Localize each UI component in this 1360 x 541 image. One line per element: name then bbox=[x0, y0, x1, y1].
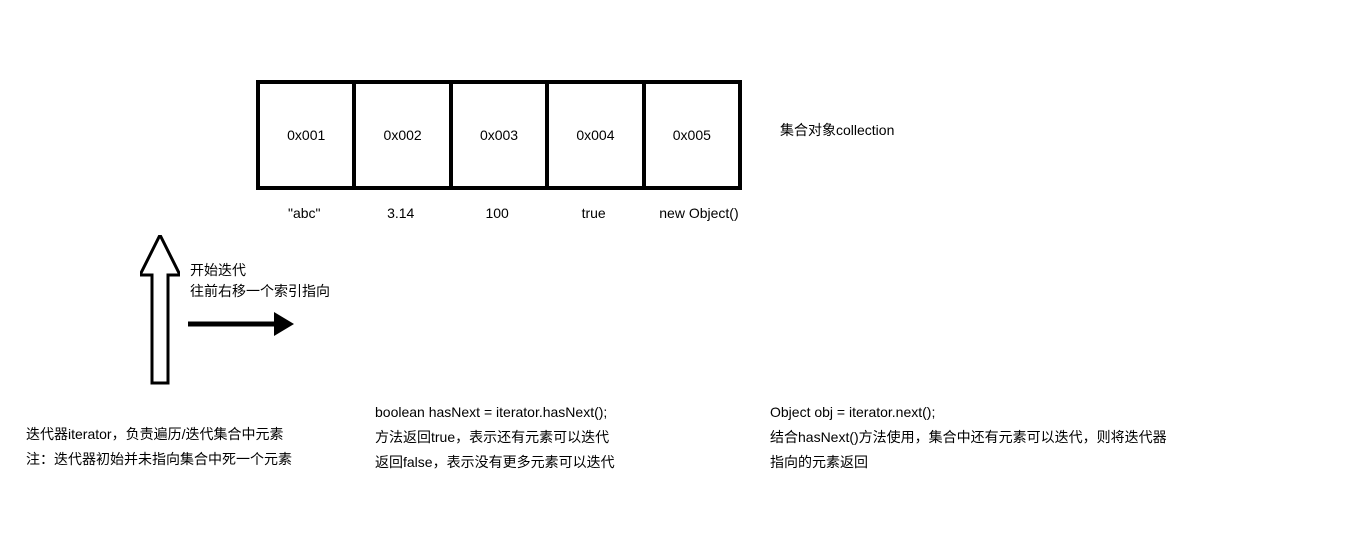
up-arrow-icon bbox=[140, 235, 180, 388]
cell-2: 0x003 bbox=[453, 84, 549, 186]
hasnext-line2: 返回false，表示没有更多元素可以迭代 bbox=[375, 450, 735, 475]
hasnext-line1: 方法返回true，表示还有元素可以迭代 bbox=[375, 425, 735, 450]
values-row: "abc" 3.14 100 true new Object() bbox=[256, 205, 756, 221]
right-arrow-icon bbox=[186, 304, 296, 347]
iter-line1: 开始迭代 bbox=[190, 260, 330, 281]
iteration-labels: 开始迭代 往前右移一个索引指向 bbox=[190, 260, 330, 302]
cell-0: 0x001 bbox=[260, 84, 356, 186]
value-0: "abc" bbox=[256, 205, 352, 221]
cell-1: 0x002 bbox=[356, 84, 452, 186]
value-3: true bbox=[545, 205, 641, 221]
cell-3: 0x004 bbox=[549, 84, 645, 186]
hasnext-description: boolean hasNext = iterator.hasNext(); 方法… bbox=[375, 400, 735, 476]
iter-line2: 往前右移一个索引指向 bbox=[190, 281, 330, 302]
next-line1: 结合hasNext()方法使用，集合中还有元素可以迭代，则将迭代器指向的元素返回 bbox=[770, 425, 1170, 475]
next-description: Object obj = iterator.next(); 结合hasNext(… bbox=[770, 400, 1170, 476]
collection-label: 集合对象collection bbox=[780, 120, 894, 140]
next-code: Object obj = iterator.next(); bbox=[770, 400, 1170, 425]
value-1: 3.14 bbox=[352, 205, 448, 221]
hasnext-code: boolean hasNext = iterator.hasNext(); bbox=[375, 400, 735, 425]
iterator-description: 迭代器iterator，负责遍历/迭代集合中元素 注：迭代器初始并未指向集合中死… bbox=[26, 422, 296, 472]
iterator-desc-line2: 注：迭代器初始并未指向集合中死一个元素 bbox=[26, 447, 296, 472]
iterator-desc-line1: 迭代器iterator，负责遍历/迭代集合中元素 bbox=[26, 422, 296, 447]
collection-box: 0x001 0x002 0x003 0x004 0x005 bbox=[256, 80, 742, 190]
value-2: 100 bbox=[449, 205, 545, 221]
value-4: new Object() bbox=[642, 205, 756, 221]
cell-4: 0x005 bbox=[646, 84, 738, 186]
